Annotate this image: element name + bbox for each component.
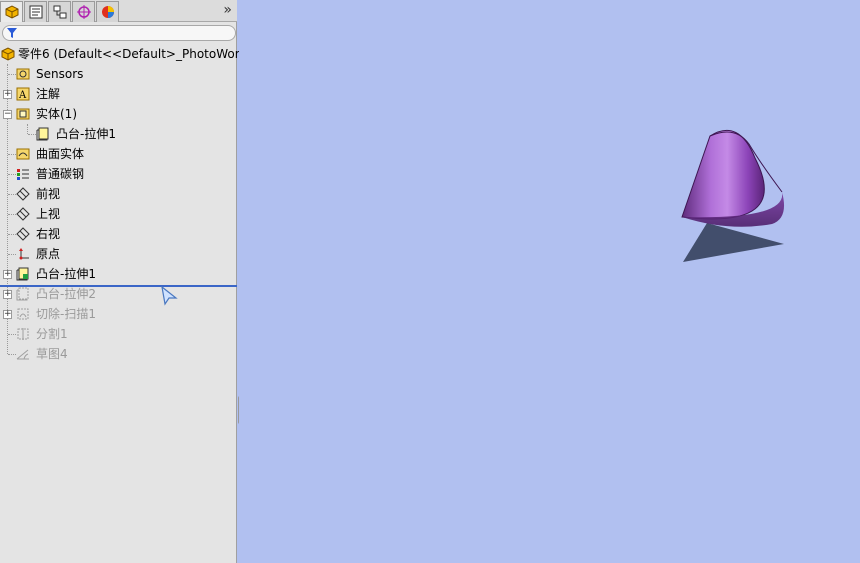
more-tabs-button[interactable]: » bbox=[223, 2, 232, 18]
expand-boss-extrude1-button[interactable]: + bbox=[3, 270, 12, 279]
dimxpert-tab[interactable] bbox=[72, 1, 95, 22]
origin-icon bbox=[19, 248, 29, 260]
boss-extrude-icon bbox=[16, 287, 29, 301]
filter-icon bbox=[7, 28, 17, 38]
rollback-bar[interactable] bbox=[0, 285, 237, 287]
svg-text:A: A bbox=[18, 90, 27, 101]
material-icon bbox=[17, 169, 29, 180]
feature-tree-tab-icon bbox=[5, 5, 19, 19]
part-icon bbox=[1, 47, 15, 61]
plane-icon bbox=[16, 227, 30, 241]
solid-bodies-icon bbox=[16, 108, 30, 120]
tree-filter-input[interactable] bbox=[2, 25, 236, 41]
feature-tree-tab[interactable] bbox=[0, 1, 23, 22]
boss-extrude-icon bbox=[16, 267, 29, 281]
mouse-cursor-icon bbox=[161, 286, 178, 306]
configuration-manager-tab-icon bbox=[53, 5, 67, 19]
solid-body-icon bbox=[36, 127, 49, 141]
display-manager-tab[interactable] bbox=[96, 1, 119, 22]
dimxpert-tab-icon bbox=[77, 5, 91, 19]
configuration-manager-tab[interactable] bbox=[48, 1, 71, 22]
property-manager-tab[interactable] bbox=[24, 1, 47, 22]
collapse-solid-bodies-button[interactable]: − bbox=[3, 110, 12, 119]
property-manager-tab-icon bbox=[29, 5, 43, 19]
plane-icon bbox=[16, 187, 30, 201]
expand-boss-extrude2-button[interactable]: + bbox=[3, 290, 12, 299]
tree-root-label: 零件6 (Default<<Default>_PhotoWorl bbox=[18, 47, 243, 61]
sketch-icon bbox=[16, 349, 29, 360]
split-icon bbox=[17, 328, 29, 340]
cut-sweep-icon bbox=[17, 308, 29, 320]
cone-model[interactable] bbox=[669, 120, 809, 270]
expand-cut-sweep1-button[interactable]: + bbox=[3, 310, 12, 319]
display-manager-tab-icon bbox=[102, 6, 114, 18]
annotations-icon: A bbox=[16, 87, 30, 101]
expand-annotations-button[interactable]: + bbox=[3, 90, 12, 99]
surface-bodies-icon bbox=[16, 148, 30, 160]
panel-tab-bar: » bbox=[0, 0, 237, 22]
plane-icon bbox=[16, 207, 30, 221]
graphics-viewport[interactable] bbox=[239, 0, 860, 563]
sensors-icon bbox=[16, 68, 30, 80]
feature-manager-panel: » 零件6 (Default<<Default>_PhotoWorl Senso… bbox=[0, 0, 243, 563]
